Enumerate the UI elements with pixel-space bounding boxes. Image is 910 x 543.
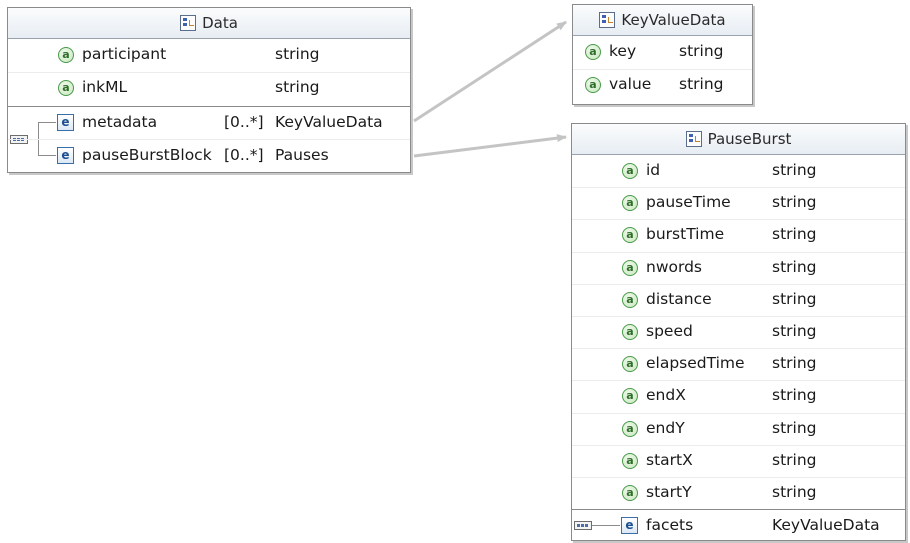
keyvaluedata-box-header[interactable]: KeyValueData [573, 5, 752, 36]
attribute-type: string [772, 257, 817, 276]
pauseburst-box-title: PauseBurst [707, 130, 792, 148]
data-complex-type-box[interactable]: Data a participant string a inkML string… [7, 7, 411, 173]
complex-type-icon [685, 131, 702, 147]
attribute-name: speed [646, 322, 693, 340]
attribute-name: endX [646, 386, 686, 405]
attribute-row-value[interactable]: a value string [573, 69, 752, 101]
attribute-type: string [275, 45, 320, 63]
keyvaluedata-box-title: KeyValueData [621, 11, 726, 29]
attribute-row-participant[interactable]: a participant string [8, 39, 410, 71]
attribute-name: inkML [82, 78, 128, 96]
complex-type-icon [599, 12, 616, 28]
attribute-icon: a [58, 47, 74, 63]
attribute-icon: a [622, 452, 638, 469]
attribute-name: endY [646, 418, 685, 437]
data-box-title: Data [202, 14, 238, 32]
pauseburstblock-to-pauseburst-arrow [413, 134, 567, 158]
attribute-row-inkml[interactable]: a inkML string [8, 72, 410, 104]
attribute-name: participant [82, 45, 167, 63]
complex-type-icon [180, 15, 197, 31]
attribute-name: value [609, 75, 652, 93]
element-row-metadata[interactable]: e metadata [0..*] KeyValueData [8, 107, 410, 139]
element-name: facets [646, 516, 694, 534]
attribute-icon: a [58, 80, 74, 96]
pauseburst-complex-type-box[interactable]: PauseBurst a id string a pauseTime string a bur… [571, 123, 906, 541]
attribute-name: key [609, 42, 637, 60]
attribute-name: nwords [646, 257, 702, 276]
metadata-to-keyvaluedata-arrow [413, 20, 567, 123]
element-type: KeyValueData [275, 113, 383, 131]
attribute-type: string [772, 386, 817, 405]
attribute-type: string [772, 161, 817, 179]
pauseburst-box-header[interactable]: PauseBurst [572, 124, 905, 155]
attribute-icon: a [622, 485, 638, 501]
attribute-name: pauseTime [646, 193, 731, 212]
attribute-icon: a [622, 356, 638, 373]
attribute-type: string [772, 483, 817, 501]
attribute-type: string [772, 193, 817, 212]
attribute-icon: a [585, 77, 601, 93]
attribute-row-nwords[interactable]: a nwords string [572, 252, 905, 284]
attribute-row-startx[interactable]: a startX string [572, 445, 905, 477]
element-type: KeyValueData [772, 516, 880, 534]
attribute-name: elapsedTime [646, 354, 745, 373]
attribute-name: startX [646, 450, 693, 469]
element-type: Pauses [275, 146, 329, 164]
attribute-icon: a [622, 291, 638, 308]
attribute-row-starty[interactable]: a startY string [572, 477, 905, 509]
element-name: pauseBurstBlock [82, 146, 212, 164]
attribute-icon: a [585, 44, 601, 60]
attribute-name: startY [646, 483, 692, 501]
attribute-icon: a [622, 163, 638, 179]
element-cardinality: [0..*] [224, 146, 264, 164]
element-row-facets[interactable]: e facets KeyValueData [572, 510, 905, 542]
attribute-icon: a [622, 195, 638, 212]
attribute-row-pausetime[interactable]: a pauseTime string [572, 187, 905, 219]
attribute-type: string [772, 450, 817, 469]
attribute-icon: a [622, 227, 638, 244]
attribute-icon: a [622, 324, 638, 340]
element-icon: e [57, 114, 74, 131]
attribute-row-id[interactable]: a id string [572, 155, 905, 187]
attribute-type: string [772, 418, 817, 437]
element-row-pauseburstblock[interactable]: e pauseBurstBlock [0..*] Pauses [8, 140, 410, 172]
attribute-icon: a [622, 420, 638, 437]
attribute-row-endx[interactable]: a endX string [572, 380, 905, 412]
attribute-type: string [772, 225, 817, 244]
attribute-row-distance[interactable]: a distance string [572, 284, 905, 316]
attribute-type: string [772, 354, 817, 373]
attribute-name: id [646, 161, 661, 179]
data-box-header[interactable]: Data [8, 8, 410, 39]
element-cardinality: [0..*] [224, 113, 264, 131]
attribute-row-speed[interactable]: a speed string [572, 316, 905, 348]
attribute-row-endy[interactable]: a endY string [572, 413, 905, 445]
attribute-type: string [772, 289, 817, 308]
element-name: metadata [82, 113, 158, 131]
attribute-icon: a [622, 259, 638, 276]
attribute-row-key[interactable]: a key string [573, 36, 752, 68]
attribute-name: burstTime [646, 225, 725, 244]
keyvaluedata-complex-type-box[interactable]: KeyValueData a key string a value string [572, 4, 753, 105]
attribute-type: string [679, 75, 724, 93]
attribute-type: string [772, 322, 817, 340]
attribute-row-bursttime[interactable]: a burstTime string [572, 219, 905, 251]
attribute-row-elapsedtime[interactable]: a elapsedTime string [572, 348, 905, 380]
attribute-type: string [275, 78, 320, 96]
element-icon: e [57, 147, 74, 164]
attribute-name: distance [646, 289, 712, 308]
element-icon: e [621, 517, 638, 534]
attribute-type: string [679, 42, 724, 60]
attribute-icon: a [622, 388, 638, 405]
